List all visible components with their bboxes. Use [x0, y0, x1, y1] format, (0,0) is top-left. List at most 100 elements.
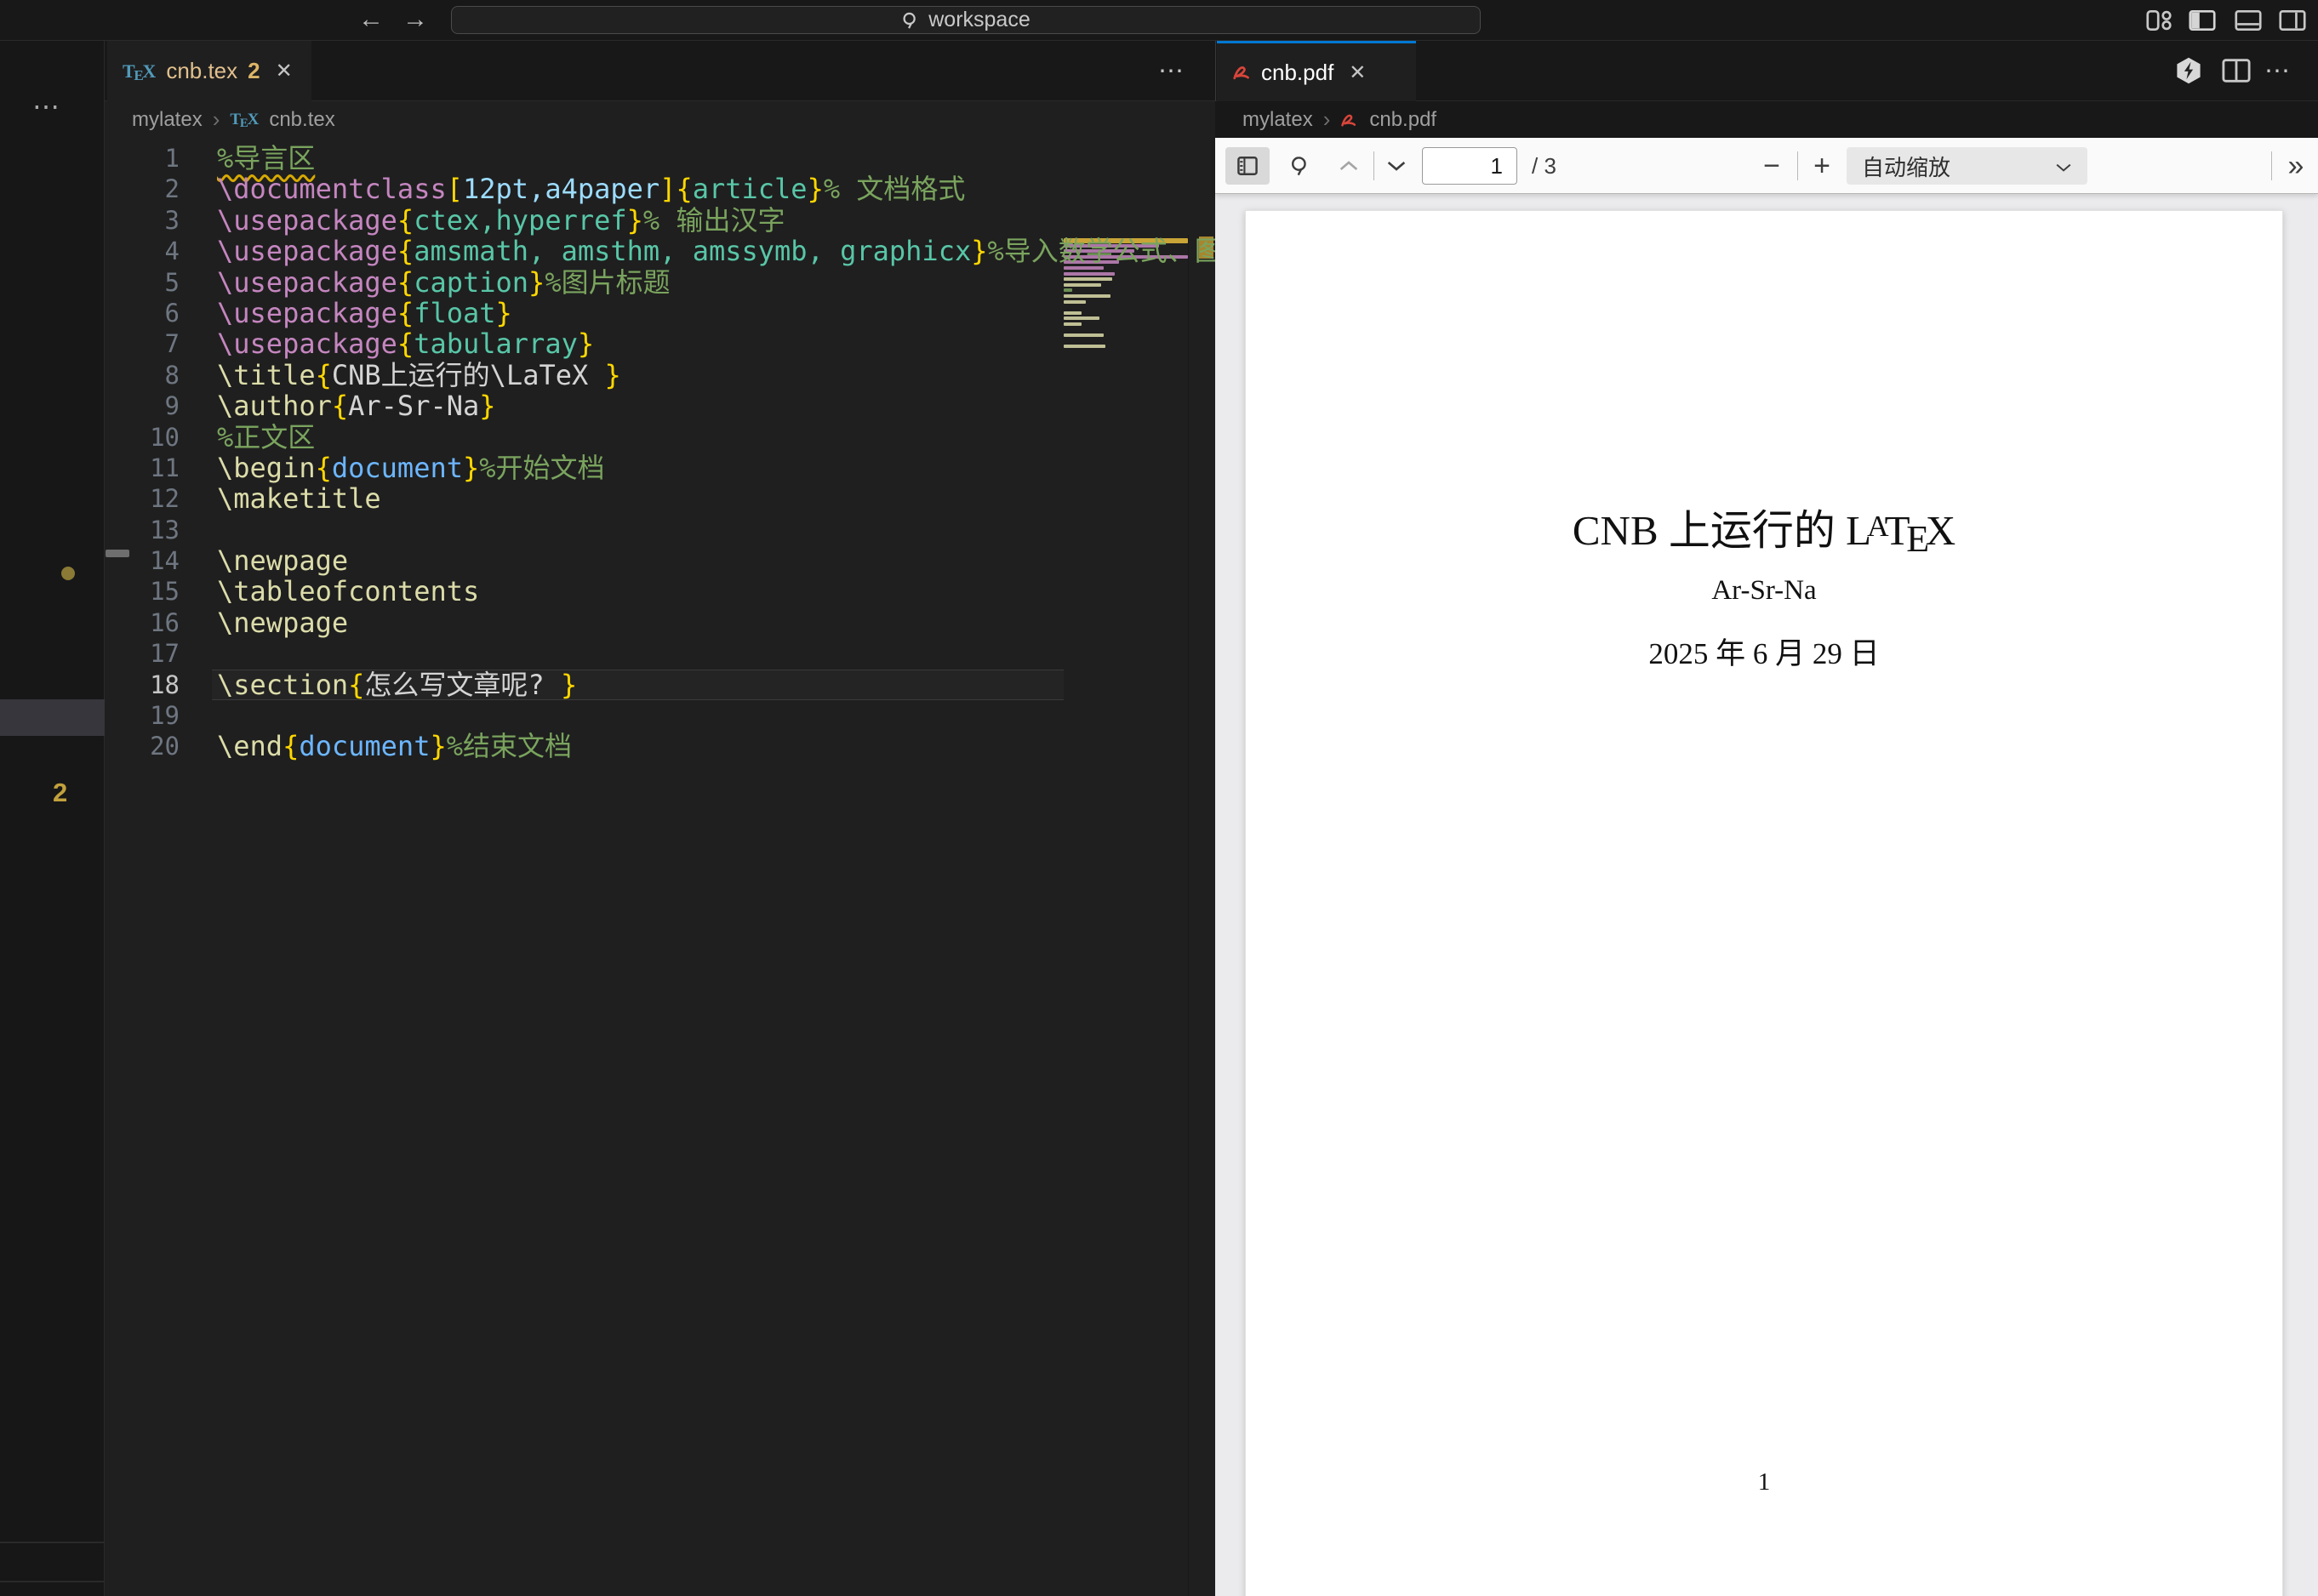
- code-line[interactable]: 8 \title{CNB上运行的\LaTeX }: [105, 360, 1064, 390]
- line-number: 7: [164, 329, 180, 359]
- line-number: 13: [150, 515, 180, 544]
- line-number: 10: [150, 422, 180, 452]
- zoom-in-button[interactable]: +: [1802, 147, 1841, 185]
- toggle-primary-sidebar-icon[interactable]: [2189, 8, 2216, 33]
- code-line[interactable]: 10 %正文区: [105, 421, 1064, 453]
- line-number: 5: [164, 267, 180, 297]
- code-line[interactable]: 1 %导言区: [105, 143, 1064, 174]
- code-line[interactable]: 13: [105, 515, 1064, 545]
- toolbar-divider: [1797, 151, 1798, 180]
- line-number: 12: [150, 484, 180, 514]
- code-line[interactable]: 15 \tableofcontents: [105, 576, 1064, 607]
- code-line[interactable]: 19: [105, 700, 1064, 731]
- rail-more-icon[interactable]: ⋯: [32, 90, 61, 123]
- code-line[interactable]: 2 \documentclass[12pt,a4paper]{article}% …: [105, 174, 1064, 204]
- rail-separator: [0, 1542, 105, 1543]
- pdf-viewport[interactable]: CNB 上运行的 LATEX Ar-Sr-Na 2025 年 6 月 29 日 …: [1215, 194, 2318, 1596]
- line-number: 20: [150, 732, 180, 761]
- breadcrumb-file[interactable]: cnb.pdf: [1369, 108, 1436, 132]
- line-number: 8: [164, 360, 180, 390]
- left-rail: ⋯ 2: [0, 41, 105, 1596]
- toolbar-overflow-button[interactable]: »: [2277, 147, 2315, 185]
- pdf-file-icon: [1232, 63, 1251, 82]
- toolbar-divider: [2271, 151, 2272, 180]
- code-line[interactable]: 6 \usepackage{float}: [105, 298, 1064, 328]
- toggle-panel-icon[interactable]: [2235, 8, 2262, 33]
- tab-bar: cnb.pdf ✕ ⋯: [1215, 41, 2318, 101]
- line-number: 3: [164, 205, 180, 235]
- pdf-search-button[interactable]: [1282, 147, 1319, 185]
- toggle-secondary-sidebar-icon[interactable]: [2279, 8, 2306, 33]
- pdf-sidebar-toggle-button[interactable]: [1225, 147, 1270, 185]
- line-number: 9: [164, 391, 180, 421]
- zoom-mode-select[interactable]: 自动缩放: [1847, 147, 2087, 185]
- line-number: 16: [150, 607, 180, 637]
- page-down-button[interactable]: [1379, 147, 1414, 185]
- workspace-search-input[interactable]: workspace: [451, 6, 1481, 34]
- tab-bar: TEX cnb.tex 2 ✕ ⋯: [105, 41, 1215, 101]
- line-number: 15: [150, 577, 180, 607]
- chevron-right-icon: ›: [212, 106, 220, 132]
- search-value: workspace: [928, 8, 1031, 31]
- breadcrumb-folder[interactable]: mylatex: [1242, 108, 1313, 132]
- code-line[interactable]: 7 \usepackage{tabularray}: [105, 328, 1064, 359]
- split-editor-icon[interactable]: [2222, 56, 2251, 85]
- close-icon[interactable]: ✕: [1349, 60, 1366, 85]
- tex-file-icon: TEX: [123, 60, 157, 84]
- tab-label: cnb.tex: [166, 58, 238, 83]
- code-line[interactable]: 16 \newpage: [105, 607, 1064, 638]
- code-line[interactable]: 20 \end{document}%结束文档: [105, 731, 1064, 761]
- editor-actions-more-icon[interactable]: ⋯: [2264, 56, 2292, 86]
- code-editor[interactable]: 1 %导言区 2 \documentclass[12pt,a4paper]{artic…: [105, 138, 1215, 1596]
- page-up-button[interactable]: [1331, 147, 1367, 185]
- editor-group-pdf: cnb.pdf ✕ ⋯ mylatex › cnb.pdf 1 / 3 − + …: [1215, 41, 2318, 1596]
- line-number: 6: [164, 298, 180, 328]
- code-line[interactable]: 17: [105, 638, 1064, 669]
- tab-label: cnb.pdf: [1261, 59, 1334, 85]
- chevron-down-icon: [2055, 153, 2072, 180]
- editor-actions-more-icon[interactable]: ⋯: [1158, 56, 1185, 86]
- tab-cnb-tex[interactable]: TEX cnb.tex 2 ✕: [107, 41, 311, 101]
- code-line[interactable]: 5 \usepackage{caption}%图片标题: [105, 266, 1064, 298]
- rail-separator: [0, 1581, 105, 1582]
- code-line[interactable]: 4 \usepackage{amsmath, amsthm, amssymb, g…: [105, 236, 1215, 266]
- customize-layout-icon[interactable]: [2146, 8, 2173, 33]
- tab-modified-badge: 2: [248, 58, 260, 83]
- rail-badge: 2: [53, 778, 68, 807]
- close-icon[interactable]: ✕: [276, 59, 293, 83]
- toolbar-divider: [1373, 151, 1374, 180]
- code-lines: 1 %导言区 2 \documentclass[12pt,a4paper]{artic…: [105, 143, 1215, 762]
- breadcrumb-folder[interactable]: mylatex: [132, 108, 203, 132]
- breadcrumb: mylatex › TEX cnb.tex: [105, 101, 1215, 138]
- tex-file-icon: TEX: [230, 110, 260, 130]
- extension-badge-icon[interactable]: [2174, 56, 2203, 85]
- scrollbar[interactable]: [1188, 235, 1215, 1596]
- line-number: 1: [164, 144, 180, 173]
- line-number: 19: [150, 701, 180, 731]
- ide-window: ← → workspace ⋯ 2 TEX cnb.tex 2 ✕ ⋯ myla…: [0, 0, 2318, 1596]
- pdf-toolbar: / 3 − + 自动缩放 »: [1215, 138, 2318, 194]
- back-arrow-icon[interactable]: ←: [356, 3, 386, 36]
- pdf-file-icon: [1340, 111, 1359, 129]
- rail-selected-row[interactable]: [0, 699, 105, 736]
- code-line[interactable]: 11 \begin{document}%开始文档: [105, 453, 1064, 483]
- pdf-document-title: CNB 上运行的 LATEX: [1572, 507, 1956, 560]
- zoom-out-button[interactable]: −: [1753, 147, 1790, 185]
- scrollbar-handle[interactable]: [106, 550, 129, 557]
- code-line[interactable]: 3 \usepackage{ctex,hyperref}% 输出汉字: [105, 205, 1064, 236]
- breadcrumb-file[interactable]: cnb.tex: [269, 108, 334, 132]
- pdf-page-number: 1: [1757, 1468, 1771, 1496]
- code-line[interactable]: 12 \maketitle: [105, 483, 1064, 514]
- code-line[interactable]: 18 \section{怎么写文章呢? }: [105, 669, 1064, 701]
- line-number: 2: [164, 174, 180, 204]
- title-bar: ← → workspace: [0, 0, 2318, 41]
- breadcrumb: mylatex › cnb.pdf: [1215, 101, 2318, 138]
- line-number: 11: [150, 453, 180, 482]
- code-line[interactable]: 9 \author{Ar-Sr-Na}: [105, 390, 1064, 421]
- forward-arrow-icon[interactable]: →: [400, 3, 431, 36]
- tab-cnb-pdf[interactable]: cnb.pdf ✕: [1217, 41, 1416, 101]
- code-line[interactable]: 14 \newpage: [105, 545, 1064, 576]
- page-number-input[interactable]: [1422, 147, 1517, 185]
- line-number: 18: [150, 670, 180, 699]
- chevron-right-icon: ›: [1322, 106, 1331, 132]
